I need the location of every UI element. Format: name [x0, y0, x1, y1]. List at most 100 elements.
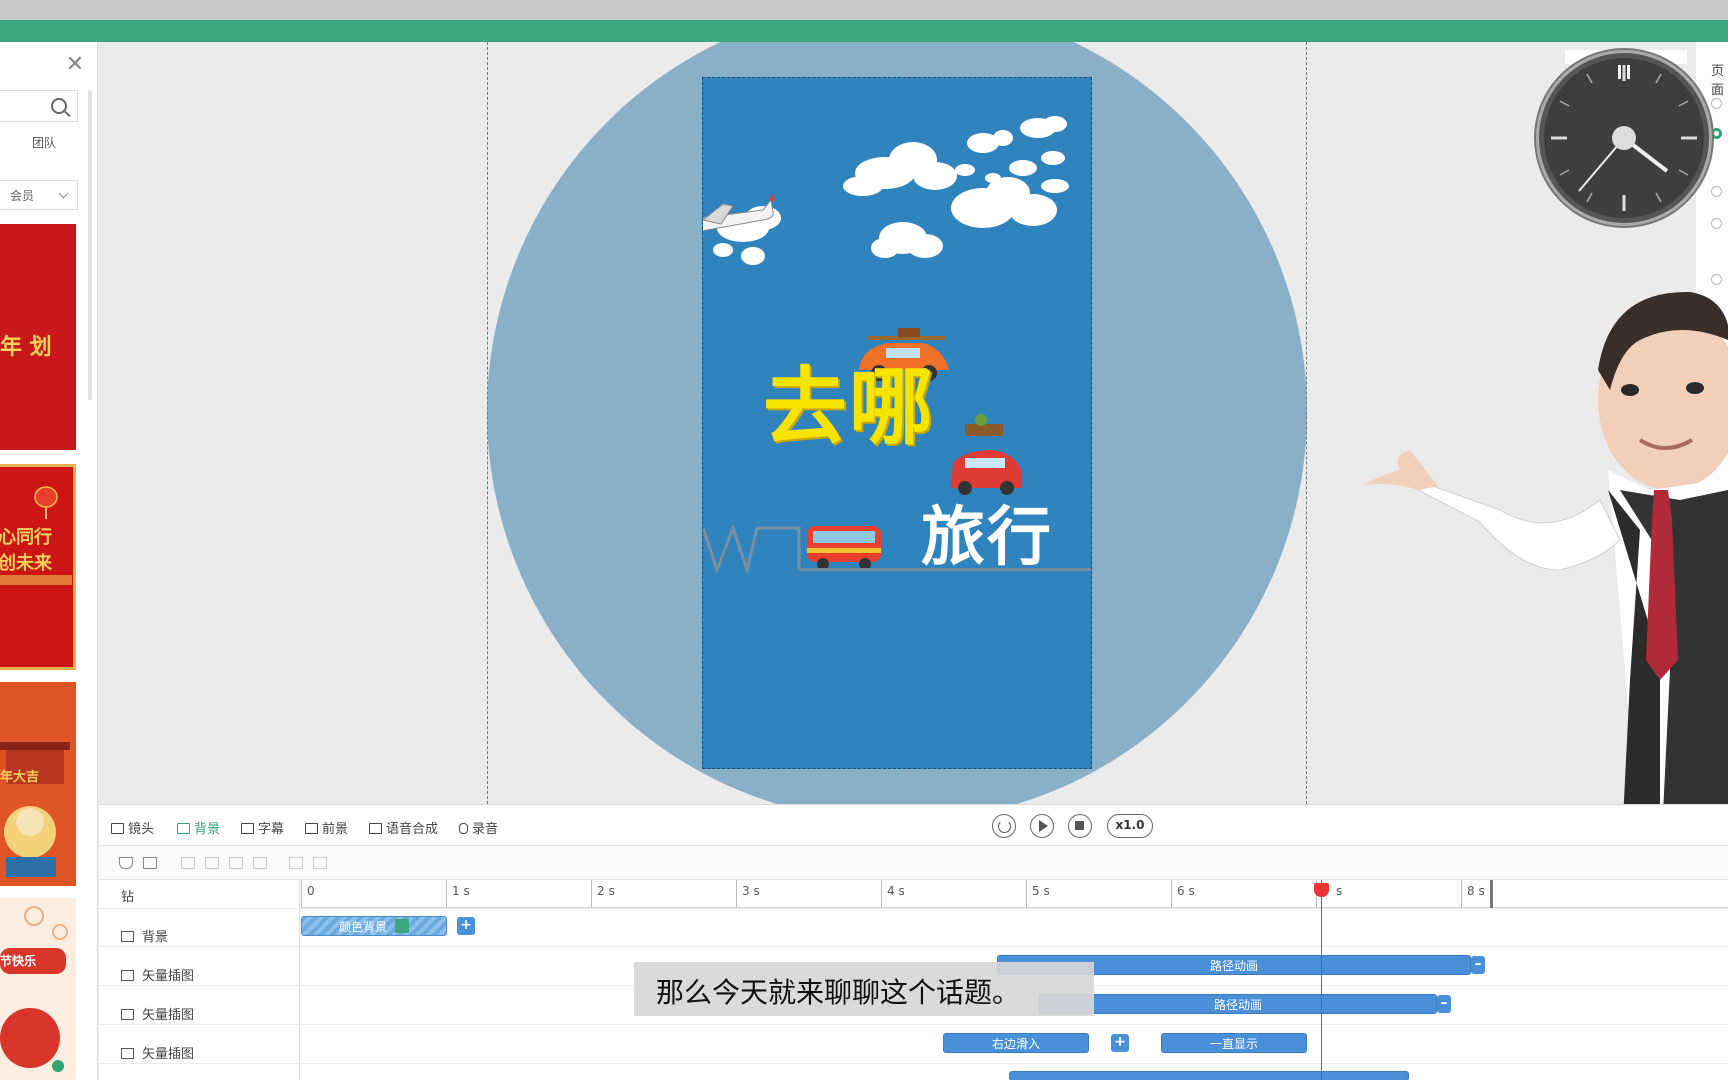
- replay-icon[interactable]: [992, 814, 1016, 838]
- clip-resize-handle[interactable]: –: [1471, 956, 1485, 974]
- background-track-icon: [121, 931, 134, 942]
- foreground-icon: [305, 823, 318, 834]
- search-input[interactable]: [0, 90, 78, 122]
- ruler-tick: [736, 880, 737, 908]
- tool-background[interactable]: 背景: [177, 818, 220, 837]
- page-radio-selected[interactable]: [1711, 128, 1722, 139]
- team-tab[interactable]: 团队: [32, 134, 56, 151]
- distribute-icon: [253, 857, 267, 869]
- ruler-label: 1 s: [452, 884, 470, 898]
- ruler-label: 6 s: [1177, 884, 1195, 898]
- page-radio[interactable]: [1711, 218, 1722, 229]
- microphone-icon: [459, 823, 468, 834]
- layer-up-icon: [289, 857, 303, 869]
- tool-record[interactable]: 录音: [459, 818, 498, 837]
- canvas-guide-left: [487, 42, 488, 804]
- video-subtitle: 那么今天就来聊聊这个话题。: [634, 962, 1094, 1016]
- clip-resize-handle[interactable]: –: [1437, 995, 1451, 1013]
- search-icon[interactable]: [51, 98, 67, 114]
- add-clip-button[interactable]: +: [1111, 1034, 1129, 1052]
- row-divider: [99, 908, 1728, 909]
- ruler-label: s: [1336, 884, 1343, 898]
- clip-slide-in-right[interactable]: 右边滑入: [943, 1033, 1089, 1053]
- track-label-background[interactable]: 背景: [121, 926, 168, 945]
- clip-partial[interactable]: [1009, 1071, 1409, 1080]
- add-clip-button[interactable]: +: [457, 917, 475, 935]
- timeline-header-label: 钻: [121, 890, 135, 905]
- ruler-label: 2 s: [597, 884, 615, 898]
- ruler-label: 8 s: [1467, 884, 1485, 898]
- color-swatch: [395, 919, 409, 933]
- thumbnail-caption: 年 划: [0, 334, 52, 360]
- playhead-handle[interactable]: [1314, 883, 1329, 897]
- ruler-label: 5 s: [1032, 884, 1050, 898]
- editor-toolbar: 镜头 背景 字幕 前景 语音合成 录音 x1.0: [99, 804, 1728, 846]
- page-radio[interactable]: [1711, 186, 1722, 197]
- canvas-guide-right: [1306, 42, 1307, 804]
- clip-path-animation[interactable]: 路径动画: [1039, 994, 1437, 1014]
- tool-caption[interactable]: 字幕: [241, 818, 284, 837]
- festival-art: [0, 906, 68, 1072]
- track-label-vector-1[interactable]: 矢量插图: [121, 965, 194, 984]
- group-icon[interactable]: [143, 857, 157, 869]
- poster-title[interactable]: 去哪: [763, 340, 935, 461]
- right-panel-label: 页面: [1711, 64, 1725, 98]
- ruler-tick: [591, 880, 592, 908]
- play-icon[interactable]: [1030, 814, 1054, 838]
- camera-icon: [111, 823, 124, 834]
- clip-color-background[interactable]: 颜色背景: [301, 916, 447, 936]
- header-accent-bar: [0, 20, 1728, 42]
- timeline-end-marker[interactable]: [1490, 880, 1493, 908]
- time-ruler[interactable]: 0 1 s 2 s 3 s 4 s 5 s 6 s s 8 s: [301, 880, 1728, 908]
- filter-icon[interactable]: [119, 857, 133, 869]
- template-thumbnail[interactable]: 心同行 创未来: [0, 464, 76, 670]
- track-label-vector-2[interactable]: 矢量插图: [121, 1004, 194, 1023]
- template-panel: ✕ 团队 会员 年 划 心同行 创未来 年大吉 节快乐: [0, 42, 98, 1080]
- ruler-tick: [1461, 880, 1462, 908]
- ruler-label: 4 s: [887, 884, 905, 898]
- playhead[interactable]: [1314, 880, 1329, 1080]
- tool-tts[interactable]: 语音合成: [369, 818, 438, 837]
- ruler-tick: [446, 880, 447, 908]
- align-center-icon: [205, 857, 219, 869]
- layer-down-icon: [313, 857, 327, 869]
- timeline-subtoolbar: [99, 846, 1728, 880]
- row-divider: [99, 946, 1728, 947]
- align-left-icon: [181, 857, 195, 869]
- member-select-value: 会员: [10, 189, 35, 203]
- close-icon[interactable]: ✕: [64, 54, 86, 76]
- stop-icon[interactable]: [1068, 814, 1092, 838]
- align-right-icon: [229, 857, 243, 869]
- row-divider: [99, 1063, 1728, 1064]
- thumbnail-banner: [0, 575, 72, 585]
- thumbnail-caption: 节快乐: [0, 954, 37, 968]
- panel-scrollbar[interactable]: [88, 90, 92, 400]
- template-thumbnail[interactable]: 年大吉: [0, 682, 76, 886]
- vector-illustration-icon: [121, 970, 134, 981]
- ruler-tick: [301, 880, 302, 908]
- ruler-label: 3 s: [742, 884, 760, 898]
- thumbnail-caption: 创未来: [0, 553, 52, 574]
- page-radio[interactable]: [1711, 98, 1722, 109]
- background-icon: [177, 823, 190, 834]
- playback-speed-button[interactable]: x1.0: [1107, 814, 1153, 838]
- bus-icon: [807, 526, 881, 570]
- thumbnail-caption: 年大吉: [0, 770, 40, 785]
- track-label-column: 钻 背景 矢量插图 矢量插图 矢量插图: [99, 880, 300, 1080]
- poster-frame[interactable]: 去哪 旅行: [702, 77, 1092, 769]
- clip-always-show[interactable]: 一直显示: [1161, 1033, 1307, 1053]
- track-label-vector-3[interactable]: 矢量插图: [121, 1043, 194, 1062]
- template-thumbnail[interactable]: 年 划: [0, 224, 76, 450]
- ruler-tick: [1171, 880, 1172, 908]
- vector-illustration-icon: [121, 1048, 134, 1059]
- tool-foreground[interactable]: 前景: [305, 818, 348, 837]
- tool-camera[interactable]: 镜头: [111, 818, 154, 837]
- app-window: ✕ 团队 会员 年 划 心同行 创未来 年大吉 节快乐 去哪 旅行 页面 镜头 …: [0, 0, 1728, 1080]
- poster-subtitle[interactable]: 旅行: [921, 486, 1053, 578]
- row-divider: [99, 1024, 1728, 1025]
- chevron-down-icon: [58, 188, 69, 199]
- template-thumbnail[interactable]: 节快乐: [0, 898, 76, 1080]
- member-select[interactable]: 会员: [0, 180, 78, 210]
- cloud-cluster: [713, 116, 1069, 265]
- vector-illustration-icon: [121, 1009, 134, 1020]
